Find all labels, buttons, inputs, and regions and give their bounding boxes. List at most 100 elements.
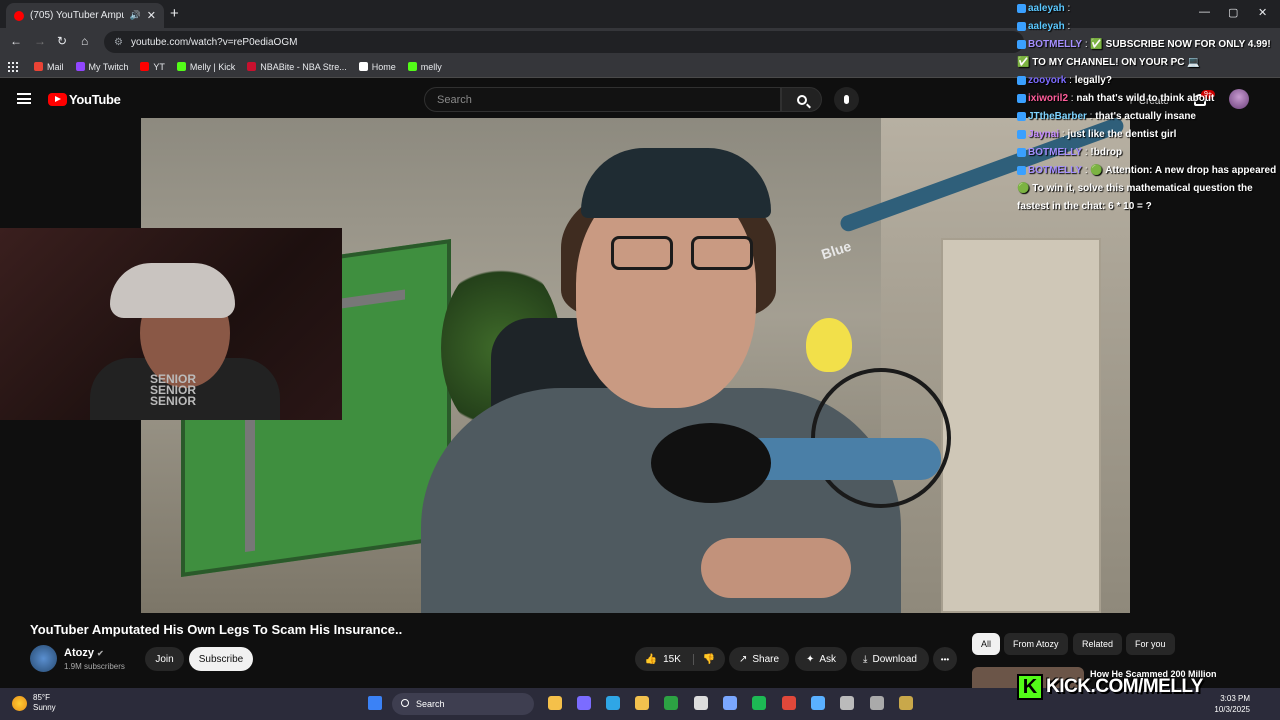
browser-tab[interactable]: (705) YouTuber Amputated 🔊 ✕ bbox=[6, 3, 164, 28]
kick-logo-icon: K bbox=[1017, 674, 1043, 700]
subscribe-button[interactable]: Subscribe bbox=[189, 647, 253, 671]
search-icon bbox=[796, 94, 807, 105]
related-tab-all[interactable]: All bbox=[972, 633, 1001, 655]
bookmark-label: NBABite - NBA Stre... bbox=[260, 61, 347, 72]
chat-username: JTtheBarber bbox=[1028, 111, 1087, 122]
back-icon[interactable]: ← bbox=[10, 34, 22, 48]
related-tab-related[interactable]: Related bbox=[1073, 633, 1123, 655]
chat-text: legally? bbox=[1074, 75, 1112, 86]
forward-icon[interactable]: → bbox=[34, 34, 46, 48]
chrome-icon[interactable] bbox=[782, 696, 796, 710]
sun-icon bbox=[12, 695, 27, 711]
reload-icon[interactable]: ↻ bbox=[57, 34, 67, 48]
app-icon[interactable] bbox=[899, 696, 913, 710]
bookmark-item[interactable]: Melly | Kick bbox=[176, 61, 236, 72]
chat-message: JTtheBarber : that's actually insane bbox=[1010, 108, 1280, 126]
hamburger-menu-icon[interactable] bbox=[17, 93, 31, 104]
folder-icon[interactable] bbox=[635, 696, 649, 710]
chat-username: ixiworil2 bbox=[1028, 93, 1069, 104]
more-actions-button[interactable]: ••• bbox=[933, 647, 957, 671]
chat-message: zooyork : legally? bbox=[1010, 72, 1280, 90]
photos-icon[interactable] bbox=[811, 696, 825, 710]
new-tab-icon[interactable]: + bbox=[170, 5, 179, 22]
dislike-icon[interactable]: 👎 bbox=[692, 653, 715, 665]
copilot-icon[interactable] bbox=[577, 696, 591, 710]
video-mic-body bbox=[741, 438, 941, 480]
like-icon[interactable]: 👍 bbox=[645, 654, 657, 665]
like-count[interactable]: 15K bbox=[663, 654, 681, 665]
chat-message: ixiworil2 : nah that's wild to think abo… bbox=[1010, 90, 1280, 108]
chat-username: BOTMELLY bbox=[1028, 165, 1083, 176]
ask-button[interactable]: ✦ Ask bbox=[795, 647, 847, 671]
chat-badge-icon bbox=[1017, 147, 1026, 157]
bookmark-item[interactable]: My Twitch bbox=[75, 61, 129, 72]
edge-icon[interactable] bbox=[606, 696, 620, 710]
voice-search-button[interactable] bbox=[834, 87, 859, 112]
speaker-icon[interactable]: 🔊 bbox=[130, 10, 141, 21]
bookmark-favicon-icon bbox=[140, 62, 150, 71]
chat-message: aaleyah : bbox=[1010, 0, 1280, 18]
search-button[interactable] bbox=[781, 87, 822, 112]
video-person-hand bbox=[701, 538, 851, 598]
close-tab-icon[interactable]: ✕ bbox=[147, 9, 156, 22]
youtube-play-icon bbox=[48, 93, 67, 106]
chat-username: zooyork bbox=[1028, 75, 1067, 86]
share-icon: ↗ bbox=[738, 653, 748, 665]
media-icon[interactable] bbox=[840, 696, 854, 710]
weather-widget[interactable]: 85°F Sunny bbox=[12, 693, 56, 713]
related-tab-for-you[interactable]: For you bbox=[1126, 633, 1175, 655]
bookmark-item[interactable]: Mail bbox=[34, 62, 64, 72]
url-field[interactable]: ⚙ youtube.com/watch?v=reP0ediaOGM bbox=[104, 31, 1024, 53]
home-icon[interactable]: ⌂ bbox=[81, 34, 88, 48]
chat-badge-icon bbox=[1017, 165, 1026, 175]
bookmark-item[interactable]: YT bbox=[140, 62, 165, 72]
terminal-icon[interactable] bbox=[870, 696, 884, 710]
chat-message: Jaynai : just like the dentist girl bbox=[1010, 126, 1280, 144]
join-button[interactable]: Join bbox=[145, 647, 184, 671]
video-person-cap bbox=[581, 148, 771, 218]
search-input[interactable]: Search bbox=[424, 87, 781, 112]
apps-grid-icon[interactable] bbox=[8, 61, 18, 72]
chat-separator: : bbox=[1064, 3, 1071, 14]
xbox-icon[interactable] bbox=[664, 696, 678, 710]
bookmark-favicon-icon bbox=[358, 62, 368, 71]
file-explorer-icon[interactable] bbox=[548, 696, 562, 710]
related-tab-from-atozy[interactable]: From Atozy bbox=[1004, 633, 1068, 655]
youtube-logo[interactable]: YouTube bbox=[48, 92, 121, 107]
video-mic-windscreen bbox=[651, 423, 771, 503]
system-clock[interactable]: 3:03 PM 10/3/2025 bbox=[1210, 693, 1250, 715]
video-mic-brand: Blue bbox=[819, 237, 854, 263]
channel-avatar[interactable] bbox=[30, 645, 57, 672]
spotify-icon[interactable] bbox=[752, 696, 766, 710]
chat-text: !bdrop bbox=[1090, 147, 1123, 158]
subscriber-count: 1.9M subscribers bbox=[64, 662, 125, 671]
chat-username: Jaynai bbox=[1028, 129, 1060, 140]
channel-name[interactable]: Atozy ✔ bbox=[64, 647, 104, 659]
bookmark-label: Mail bbox=[47, 61, 64, 72]
obs-icon[interactable] bbox=[694, 696, 708, 710]
store-icon[interactable] bbox=[723, 696, 737, 710]
bookmark-label: YT bbox=[153, 61, 165, 72]
bookmark-label: Melly | Kick bbox=[189, 61, 236, 72]
bookmark-item[interactable]: NBABite - NBA Stre... bbox=[247, 62, 347, 72]
chat-badge-icon bbox=[1017, 3, 1026, 13]
chat-text: just like the dentist girl bbox=[1067, 129, 1177, 140]
chat-message: BOTMELLY : ✅ SUBSCRIBE NOW FOR ONLY 4.99… bbox=[1010, 36, 1280, 72]
video-person-glasses bbox=[611, 236, 761, 270]
windows-start-icon[interactable] bbox=[368, 696, 382, 710]
stream-chat-overlay: aaleyah : aaleyah : BOTMELLY : ✅ SUBSCRI… bbox=[1010, 0, 1280, 212]
bookmark-label: My Twitch bbox=[88, 61, 129, 72]
download-button[interactable]: ⤓ Download bbox=[851, 647, 929, 671]
bookmark-item[interactable]: melly bbox=[407, 62, 442, 72]
site-info-icon[interactable]: ⚙ bbox=[114, 37, 123, 48]
bookmark-favicon-icon bbox=[75, 62, 85, 71]
microphone-icon bbox=[844, 95, 849, 104]
bookmark-favicon-icon bbox=[407, 62, 417, 71]
webcam-shirt-text: SENIOR SENIOR SENIOR bbox=[150, 372, 197, 408]
taskbar-search[interactable]: Search bbox=[392, 693, 534, 715]
youtube-favicon-icon bbox=[14, 10, 24, 21]
share-button[interactable]: ↗ Share bbox=[729, 647, 789, 671]
chat-message: BOTMELLY : 🟢 Attention: A new drop has a… bbox=[1010, 162, 1280, 216]
chat-badge-icon bbox=[1017, 21, 1026, 31]
bookmark-item[interactable]: Home bbox=[358, 62, 396, 72]
